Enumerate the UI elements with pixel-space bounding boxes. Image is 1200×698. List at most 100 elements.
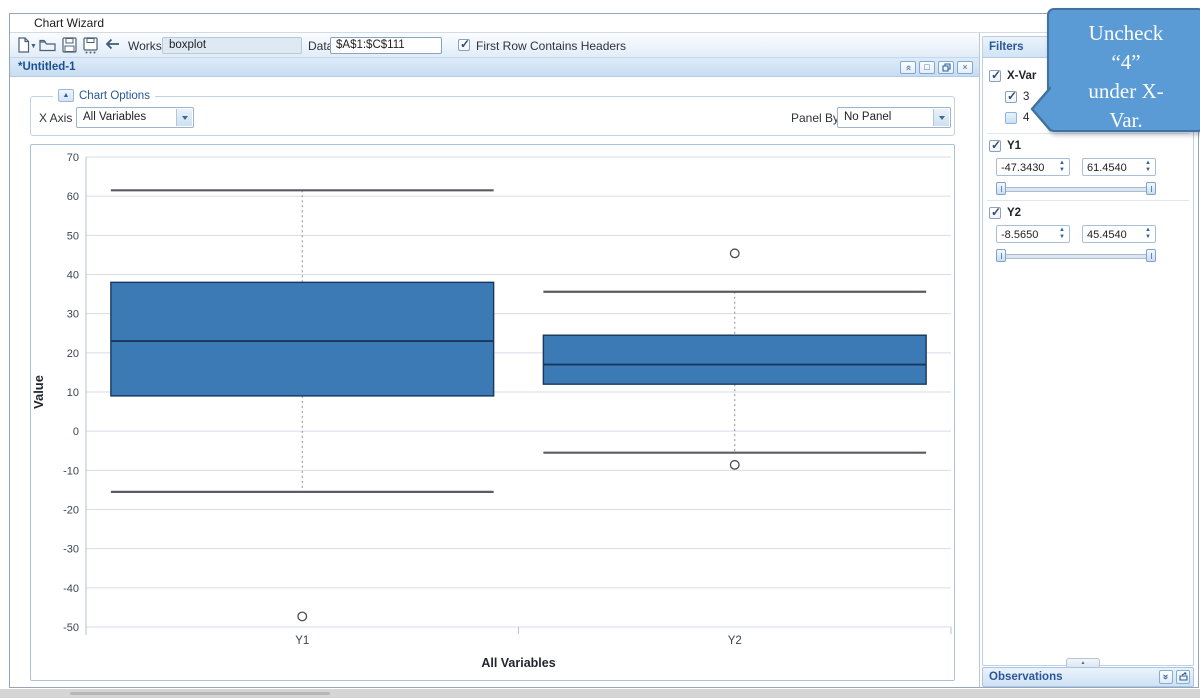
boxplot-chart-panel: 706050403020100-10-20-30-40-50Y1Y2All Va… xyxy=(30,144,955,681)
boxplot-box xyxy=(111,282,494,396)
y-tick-label: -50 xyxy=(63,622,79,634)
first-row-headers-checkbox[interactable] xyxy=(458,39,470,51)
y1-min-value: -47.3430 xyxy=(1001,162,1044,174)
callout-text-line: Uncheck xyxy=(1049,19,1200,48)
toolbar: ▼ xyxy=(10,33,979,58)
dock-observations-button[interactable] xyxy=(1176,670,1190,684)
callout-text-line: Var. xyxy=(1049,106,1200,135)
filters-title: Filters xyxy=(989,41,1024,53)
y1-slider-handle-max[interactable] xyxy=(1146,182,1156,195)
y-tick-label: 30 xyxy=(67,309,79,321)
close-icon: × xyxy=(962,62,967,72)
filter-y2-label: Y2 xyxy=(1007,207,1021,219)
y2-slider-handle-min[interactable] xyxy=(996,249,1006,262)
spinner-down-icon: ▼ xyxy=(1145,167,1151,174)
y-tick-label: 70 xyxy=(67,152,79,164)
filter-y1-checkbox[interactable] xyxy=(989,140,1001,152)
observations-title: Observations xyxy=(989,671,1063,683)
callout-tail xyxy=(1029,86,1051,132)
y1-slider-handle-min[interactable] xyxy=(996,182,1006,195)
y2-min-spinner-buttons[interactable]: ▲▼ xyxy=(1056,226,1068,242)
observations-controls: « xyxy=(1159,670,1190,684)
save-button[interactable] xyxy=(60,36,78,54)
y2-max-spinner[interactable]: 45.4540 ▲▼ xyxy=(1082,225,1156,243)
boxplot-svg: 706050403020100-10-20-30-40-50Y1Y2All Va… xyxy=(31,145,954,680)
x-axis-dropdown-button[interactable] xyxy=(176,109,192,126)
y-tick-label: -40 xyxy=(63,583,79,595)
x-category-label: Y1 xyxy=(295,635,309,647)
open-button[interactable] xyxy=(38,36,56,54)
close-window-button[interactable]: × xyxy=(957,61,973,74)
y-tick-label: 20 xyxy=(67,348,79,360)
callout-bubble: Uncheck “4” under X- Var. xyxy=(1047,8,1200,132)
collapse-chart-options-button[interactable]: ▲ xyxy=(58,89,74,102)
y2-max-value: 45.4540 xyxy=(1087,229,1127,241)
expand-observations-button[interactable]: « xyxy=(1159,670,1173,684)
y-tick-label: 40 xyxy=(67,270,79,282)
chart-options-group: ▲ Chart Options X Axis All Variables Pan… xyxy=(30,96,955,136)
main-column: ▼ xyxy=(10,33,979,687)
open-icon xyxy=(39,37,56,53)
filter-y2-checkbox[interactable] xyxy=(989,207,1001,219)
spinner-down-icon: ▼ xyxy=(1059,234,1065,241)
y1-max-value: 61.4540 xyxy=(1087,162,1127,174)
tab-untitled-1[interactable]: *Untitled-1 xyxy=(18,61,76,73)
panel-by-dropdown[interactable]: No Panel xyxy=(837,107,951,128)
y-tick-label: -20 xyxy=(63,505,79,517)
y-tick-label: 10 xyxy=(67,387,79,399)
chart-options-legend: ▲ Chart Options xyxy=(53,89,155,102)
filter-y1-label: Y1 xyxy=(1007,140,1021,152)
filter-xvar-option-3-checkbox[interactable] xyxy=(1005,91,1017,103)
x-axis-title: All Variables xyxy=(481,656,555,670)
background-spreadsheet-remnant xyxy=(70,692,330,695)
spinner-up-icon: ▲ xyxy=(1145,227,1151,234)
y1-min-spinner-buttons[interactable]: ▲▼ xyxy=(1056,159,1068,175)
spinner-down-icon: ▼ xyxy=(1145,234,1151,241)
x-axis-dropdown[interactable]: All Variables xyxy=(76,107,194,128)
panel-by-selected-value: No Panel xyxy=(844,111,891,123)
double-chevron-up-icon: « xyxy=(903,65,913,71)
x-axis-label: X Axis xyxy=(39,111,72,125)
y1-range-slider xyxy=(996,182,1156,195)
y2-slider-handle-max[interactable] xyxy=(1146,249,1156,262)
new-chart-dropdown-caret[interactable]: ▼ xyxy=(30,43,37,50)
restore-window-button[interactable]: □ xyxy=(919,61,935,74)
save-as-button[interactable] xyxy=(81,36,99,54)
window-titlebar: Chart Wizard xyxy=(10,14,1198,33)
outlier-point xyxy=(730,461,739,470)
outlier-point xyxy=(298,612,307,621)
y2-max-spinner-buttons[interactable]: ▲▼ xyxy=(1142,226,1154,242)
x-category-label: Y2 xyxy=(728,635,742,647)
collapse-window-button[interactable]: « xyxy=(900,61,916,74)
new-chart-icon xyxy=(17,37,30,53)
data-range-value: $A$1:$C$111 xyxy=(336,39,405,51)
back-button[interactable] xyxy=(103,36,121,54)
observations-bar: Observations « xyxy=(982,667,1194,687)
filter-separator xyxy=(987,200,1189,201)
filter-xvar-checkbox[interactable] xyxy=(989,70,1001,82)
y1-max-spinner-buttons[interactable]: ▲▼ xyxy=(1142,159,1154,175)
filter-xvar-label: X-Var xyxy=(1007,70,1036,82)
y2-min-spinner[interactable]: -8.5650 ▲▼ xyxy=(996,225,1070,243)
dock-icon xyxy=(1179,672,1188,681)
callout-text-line: under X- xyxy=(1049,77,1200,106)
callout-text-line: “4” xyxy=(1049,48,1200,77)
y-tick-label: -10 xyxy=(63,465,79,477)
save-icon xyxy=(62,37,77,53)
observations-splitter-handle[interactable]: ▲ xyxy=(1066,658,1100,667)
panel-by-dropdown-button[interactable] xyxy=(933,109,949,126)
y1-min-spinner[interactable]: -47.3430 ▲▼ xyxy=(996,158,1070,176)
data-range-input[interactable]: $A$1:$C$111 xyxy=(330,37,442,54)
worksheet-value: boxplot xyxy=(169,39,206,51)
chart-options-title: Chart Options xyxy=(79,90,150,102)
chart-wizard-window: Chart Wizard ▼ xyxy=(9,13,1199,688)
y-tick-label: 50 xyxy=(67,230,79,242)
chart-content-area: ▲ Chart Options X Axis All Variables Pan… xyxy=(10,77,979,687)
y1-max-spinner[interactable]: 61.4540 ▲▼ xyxy=(1082,158,1156,176)
float-window-button[interactable] xyxy=(938,61,954,74)
boxplot-box xyxy=(543,335,926,384)
float-window-icon xyxy=(942,63,951,72)
worksheet-field[interactable]: boxplot xyxy=(162,37,302,54)
x-axis-selected-value: All Variables xyxy=(83,111,146,123)
filter-xvar-option-4-checkbox[interactable] xyxy=(1005,112,1017,124)
